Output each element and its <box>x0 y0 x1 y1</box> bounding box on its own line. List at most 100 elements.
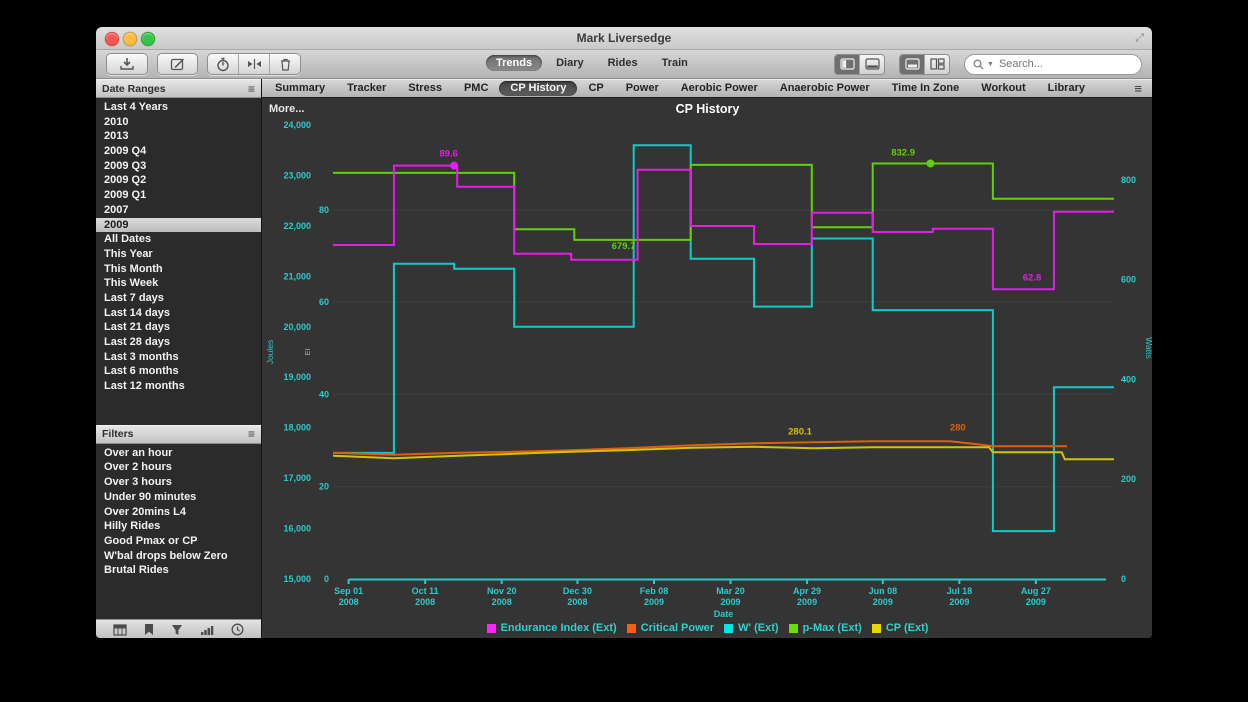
svg-text:20: 20 <box>319 482 329 492</box>
sidebar-item[interactable]: All Dates <box>96 232 261 247</box>
tab-time-in-zone[interactable]: Time In Zone <box>881 81 971 96</box>
sidebar-item[interactable]: Over 20mins L4 <box>96 505 261 520</box>
series-p-Max (Ext) <box>333 164 1114 240</box>
sidebar-item[interactable]: Last 7 days <box>96 291 261 306</box>
search-field[interactable]: ▼ <box>964 54 1142 75</box>
svg-text:62.8: 62.8 <box>1023 272 1042 283</box>
table-icon[interactable] <box>113 624 127 636</box>
sidebar-item[interactable]: 2009 Q1 <box>96 188 261 203</box>
tab-aerobic-power[interactable]: Aerobic Power <box>670 81 769 96</box>
svg-text:600: 600 <box>1121 275 1136 285</box>
tab-cp[interactable]: CP <box>577 81 614 96</box>
view-switcher-rides[interactable]: Rides <box>598 55 648 71</box>
tiled-view-button[interactable] <box>900 55 925 74</box>
tab-pmc[interactable]: PMC <box>453 81 499 96</box>
delete-button[interactable] <box>270 54 300 74</box>
sidebar-item[interactable]: Over an hour <box>96 446 261 461</box>
sidebar-item[interactable]: Last 21 days <box>96 320 261 335</box>
view-switcher-train[interactable]: Train <box>652 55 698 71</box>
svg-text:21,000: 21,000 <box>283 271 311 281</box>
svg-text:280.1: 280.1 <box>788 426 812 437</box>
download-icon <box>119 57 135 71</box>
sidebar-item[interactable]: 2009 <box>96 218 261 233</box>
sidebar-item[interactable]: 2013 <box>96 129 261 144</box>
svg-text:Watts: Watts <box>1144 337 1152 358</box>
svg-text:0: 0 <box>324 574 329 584</box>
search-scope-caret[interactable]: ▼ <box>987 61 994 68</box>
sidebar-item[interactable]: Hilly Rides <box>96 519 261 534</box>
sidebar-item[interactable]: Under 90 minutes <box>96 490 261 505</box>
clock-icon[interactable] <box>231 623 244 636</box>
interval-button[interactable] <box>208 54 239 74</box>
filters-header[interactable]: Filters ≡ <box>96 425 261 444</box>
sidebar-item[interactable]: Last 6 months <box>96 364 261 379</box>
tab-stress[interactable]: Stress <box>397 81 453 96</box>
sidebar-toggle-button[interactable] <box>835 55 860 74</box>
svg-text:20,000: 20,000 <box>283 322 311 332</box>
search-icon <box>973 59 984 70</box>
svg-text:2008: 2008 <box>415 597 435 607</box>
sidebar-item[interactable]: Last 14 days <box>96 306 261 321</box>
sidebar-item[interactable]: W'bal drops below Zero <box>96 549 261 564</box>
view-switcher-trends[interactable]: Trends <box>486 55 542 71</box>
grid-view-icon <box>930 58 945 70</box>
svg-text:EI: EI <box>303 348 312 355</box>
compose-button[interactable] <box>157 53 198 75</box>
svg-text:60: 60 <box>319 297 329 307</box>
stopwatch-icon <box>216 57 230 72</box>
date-ranges-list: Last 4 Years201020132009 Q42009 Q32009 Q… <box>96 98 261 394</box>
fullscreen-icon[interactable]: ⤢ <box>1135 32 1144 45</box>
sidebar-item[interactable]: 2010 <box>96 115 261 130</box>
date-ranges-header[interactable]: Date Ranges ≡ <box>96 79 261 98</box>
sidebar-item[interactable]: 2009 Q2 <box>96 173 261 188</box>
tab-tracker[interactable]: Tracker <box>336 81 397 96</box>
sidebar-item[interactable]: Good Pmax or CP <box>96 534 261 549</box>
sidebar-item[interactable]: 2007 <box>96 203 261 218</box>
svg-text:2009: 2009 <box>797 597 817 607</box>
tab-library[interactable]: Library <box>1037 81 1096 96</box>
view-switcher-diary[interactable]: Diary <box>546 55 594 71</box>
bar-chart-icon[interactable] <box>200 624 214 636</box>
search-input[interactable] <box>997 57 1111 71</box>
svg-text:89.6: 89.6 <box>439 149 458 160</box>
svg-text:19,000: 19,000 <box>283 372 311 382</box>
sidebar-item[interactable]: Last 3 months <box>96 350 261 365</box>
bookmark-icon[interactable] <box>144 623 154 636</box>
grid-view-button[interactable] <box>925 55 949 74</box>
split-button[interactable] <box>239 54 270 74</box>
svg-text:200: 200 <box>1121 474 1136 484</box>
chart-tab-bar: SummaryTrackerStressPMCCP HistoryCPPower… <box>262 79 1152 98</box>
sidebar-item[interactable]: This Month <box>96 262 261 277</box>
tab-summary[interactable]: Summary <box>264 81 336 96</box>
title-bar[interactable]: Mark Liversedge ⤢ <box>96 27 1152 50</box>
download-button[interactable] <box>106 53 148 75</box>
svg-text:23,000: 23,000 <box>283 170 311 180</box>
sidebar-item[interactable]: Last 12 months <box>96 379 261 394</box>
svg-text:400: 400 <box>1121 374 1136 384</box>
sidebar-item[interactable]: Last 4 Years <box>96 100 261 115</box>
sidebar-item[interactable]: 2009 Q4 <box>96 144 261 159</box>
tabbar-menu-icon[interactable]: ≡ <box>1134 81 1150 96</box>
tab-cp-history[interactable]: CP History <box>499 81 577 96</box>
tab-workout[interactable]: Workout <box>970 81 1036 96</box>
tab-anaerobic-power[interactable]: Anaerobic Power <box>769 81 881 96</box>
svg-text:Aug 27: Aug 27 <box>1021 586 1051 596</box>
filters-title: Filters <box>102 428 134 440</box>
filters-menu-icon[interactable]: ≡ <box>248 427 255 441</box>
sidebar-item[interactable]: Brutal Rides <box>96 563 261 578</box>
sidebar-item[interactable]: Over 3 hours <box>96 475 261 490</box>
svg-text:Apr 29: Apr 29 <box>793 586 821 596</box>
sidebar-item[interactable]: Over 2 hours <box>96 460 261 475</box>
date-ranges-menu-icon[interactable]: ≡ <box>248 82 255 96</box>
sidebar-item[interactable]: 2009 Q3 <box>96 159 261 174</box>
sidebar-item[interactable]: This Year <box>96 247 261 262</box>
cp-history-chart[interactable]: Sep 012008Oct 112008Nov 202008Dec 302008… <box>262 98 1152 618</box>
filter-funnel-icon[interactable] <box>171 624 183 636</box>
sidebar-item[interactable]: This Week <box>96 276 261 291</box>
bottombar-toggle-button[interactable] <box>860 55 884 74</box>
svg-text:80: 80 <box>319 205 329 215</box>
sidebar-item[interactable]: Last 28 days <box>96 335 261 350</box>
tab-power[interactable]: Power <box>615 81 670 96</box>
svg-text:Jul 18: Jul 18 <box>947 586 973 596</box>
svg-text:2008: 2008 <box>567 597 587 607</box>
